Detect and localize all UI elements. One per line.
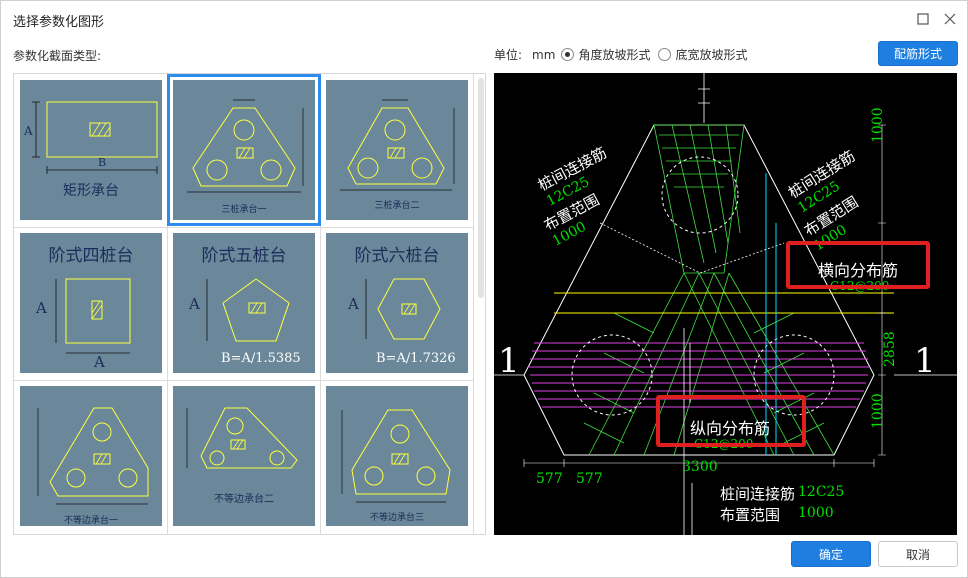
shape-caption: 不等边承台三 xyxy=(369,513,424,523)
rebar-form-button[interactable]: 配筋形式 xyxy=(878,41,958,66)
shape-rectangular-cap[interactable]: A B 矩形承台 xyxy=(20,80,162,220)
radio-dot-icon[interactable] xyxy=(658,48,672,61)
shape-caption: 矩形承台 xyxy=(63,183,119,199)
unit-label: 单位: xyxy=(494,48,523,62)
shape-stepped-five-pile-cap[interactable]: 阶式五桩台 A B=A/1.5385 xyxy=(173,233,315,373)
shape-caption: 不等边承台一 xyxy=(63,516,118,526)
shape-unequal-cap-3[interactable]: 不等边承台三 xyxy=(326,386,468,526)
dim-a-label: A xyxy=(94,353,105,371)
dim-right-mid: 2858 xyxy=(882,331,898,367)
grid-divider xyxy=(167,74,168,534)
highlight-box-longitudinal xyxy=(656,395,806,447)
dialog-title: 选择参数化图形 xyxy=(13,15,105,30)
shape-caption: 不等边承台二 xyxy=(214,494,274,505)
shape-stepped-four-pile-cap[interactable]: 阶式四桩台 A A xyxy=(20,233,162,373)
shape-three-pile-cap-1[interactable]: 三桩承台一 xyxy=(167,74,321,226)
cad-drawing xyxy=(494,73,957,535)
shape-formula: B=A/1.7326 xyxy=(376,351,456,366)
shape-three-pile-cap-2[interactable]: 三桩承台二 xyxy=(326,80,468,220)
highlight-box-transverse xyxy=(786,241,930,289)
section-mark-left: 1 xyxy=(498,341,520,381)
shape-unequal-cap-2[interactable]: 不等边承台二 xyxy=(173,386,315,526)
title-bar: 选择参数化图形 xyxy=(1,1,967,37)
radio-bottom-width-slope[interactable]: 底宽放坡形式 xyxy=(658,46,747,63)
cad-preview-canvas: 1 1 桩间连接筋 12C25 布置范围 1000 桩间连接筋 12C25 布置… xyxy=(494,73,957,535)
unit-value: mm xyxy=(532,47,556,62)
grid-divider xyxy=(473,74,474,534)
dim-bottom-left-2: 577 xyxy=(576,471,603,487)
shape-gallery: A B 矩形承台 三桩承台一 三桩承台二 阶式四桩台 A A 阶式五桩台 A B… xyxy=(13,73,486,535)
shape-caption: 三桩承台二 xyxy=(374,201,420,211)
radio-angle-slope[interactable]: 角度放坡形式 xyxy=(561,46,650,63)
dim-a-label: A xyxy=(348,295,359,313)
dim-bottom-total: 3300 xyxy=(682,459,718,475)
dim-b-label: B xyxy=(98,156,107,169)
radio-bottom-width-slope-label: 底宽放坡形式 xyxy=(675,48,748,62)
section-type-label: 参数化截面类型: xyxy=(13,49,102,63)
radio-dot-selected-icon[interactable] xyxy=(561,48,575,61)
dim-right-top: 1000 xyxy=(870,107,886,143)
shape-caption: 三桩承台一 xyxy=(221,205,267,215)
radio-angle-slope-label: 角度放坡形式 xyxy=(578,48,651,62)
dim-bottom-left: 577 xyxy=(536,471,563,487)
grid-divider xyxy=(320,74,321,534)
gallery-scrollbar[interactable] xyxy=(478,78,484,298)
dim-a-label: A xyxy=(24,124,33,138)
shape-formula: B=A/1.5385 xyxy=(221,351,301,366)
dim-a-label: A xyxy=(36,299,47,317)
dim-a-label: A xyxy=(189,295,200,313)
maximize-icon[interactable] xyxy=(913,9,933,29)
cancel-button[interactable]: 取消 xyxy=(878,541,958,567)
close-icon[interactable] xyxy=(940,9,960,29)
dim-right-bottom: 1000 xyxy=(870,393,886,429)
grid-divider xyxy=(14,227,474,228)
shape-stepped-six-pile-cap[interactable]: 阶式六桩台 A B=A/1.7326 xyxy=(326,233,468,373)
section-mark-right: 1 xyxy=(914,341,936,381)
shape-unequal-cap-1[interactable]: 不等边承台一 xyxy=(20,386,162,526)
bottom-label-range-val: 1000 xyxy=(798,505,834,521)
unit-selector: 单位: mm 角度放坡形式 底宽放坡形式 xyxy=(494,46,755,63)
bottom-label-spec: 12C25 xyxy=(798,484,845,500)
grid-divider xyxy=(14,380,474,381)
bottom-label-title: 桩间连接筋 xyxy=(720,485,796,503)
bottom-label-range: 布置范围 xyxy=(720,506,781,524)
parametric-shape-dialog: 选择参数化图形 参数化截面类型: 单位: mm 角度放坡形式 底宽放坡形式 配筋… xyxy=(0,0,968,578)
ok-button[interactable]: 确定 xyxy=(791,541,871,567)
